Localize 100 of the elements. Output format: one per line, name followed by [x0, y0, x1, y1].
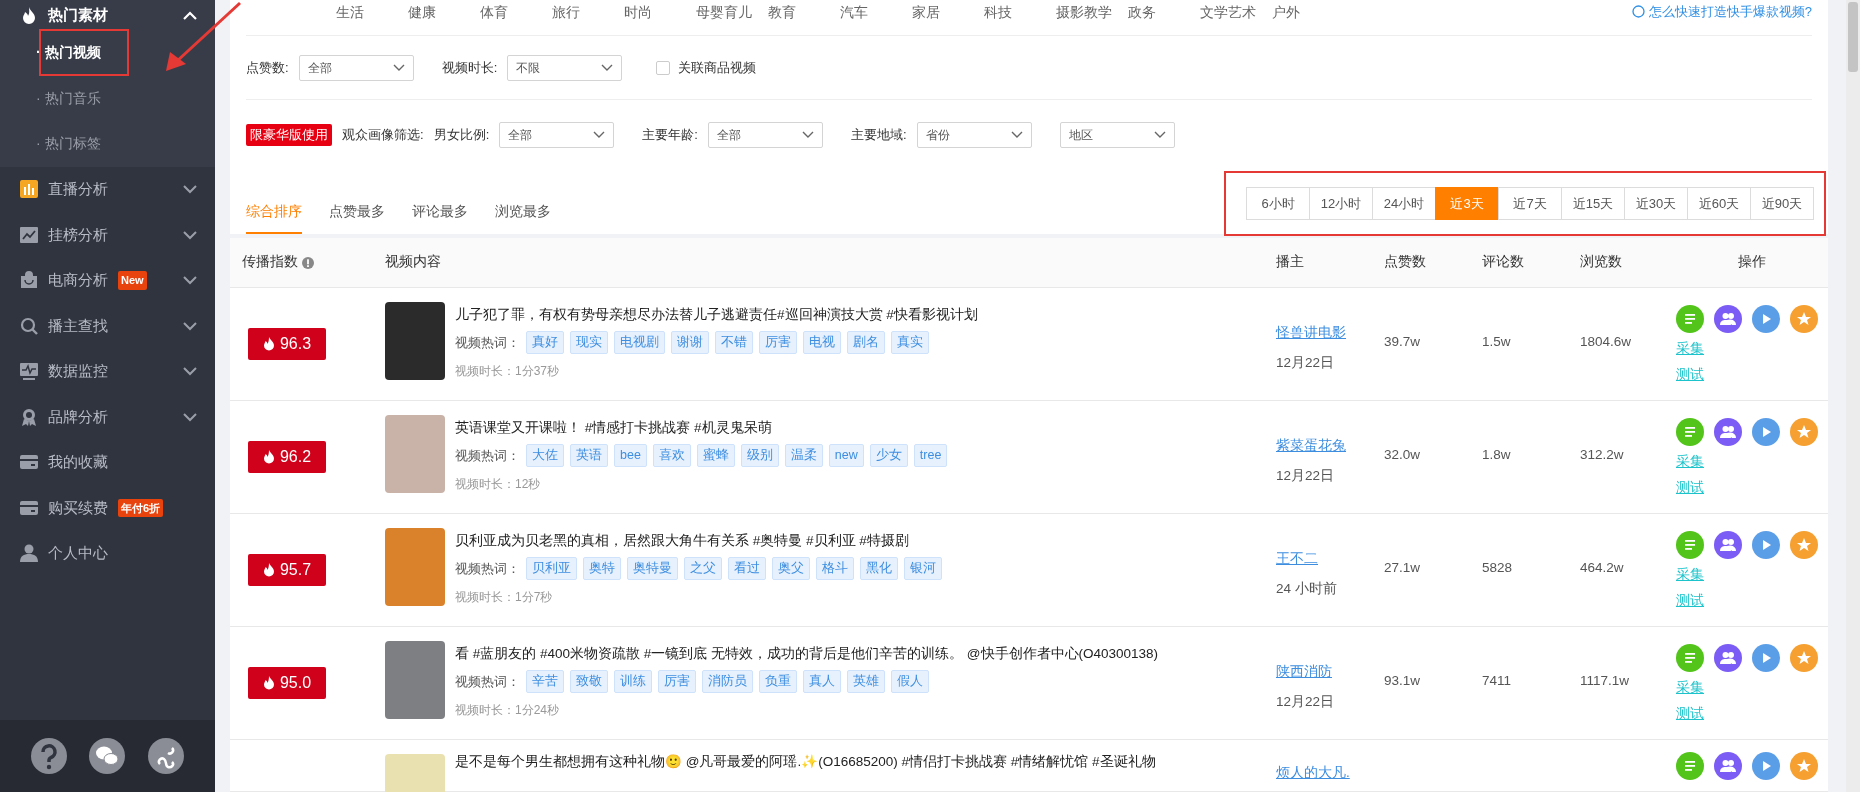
keyword-tag[interactable]: 负重 — [759, 670, 797, 693]
action-link[interactable]: 测试 — [1676, 591, 1828, 612]
time-range-button[interactable]: 近3天 — [1435, 186, 1499, 220]
dropdown[interactable]: 全部 — [499, 122, 615, 148]
list-icon[interactable] — [1676, 644, 1704, 672]
keyword-tag[interactable]: 厉害 — [759, 331, 797, 354]
category-link[interactable]: 时尚 — [624, 0, 696, 23]
action-link[interactable]: 采集 — [1676, 452, 1828, 473]
users-icon[interactable] — [1714, 644, 1742, 672]
sort-tab[interactable]: 浏览最多 — [495, 201, 551, 234]
play-icon[interactable] — [1752, 305, 1780, 333]
sidebar-item[interactable]: 挂榜分析 — [0, 212, 215, 258]
sidebar-item[interactable]: 我的收藏 — [0, 439, 215, 485]
keyword-tag[interactable]: 辛苦 — [526, 670, 564, 693]
sidebar-item[interactable]: 热门素材 — [0, 0, 215, 30]
author-link[interactable]: 王不二 — [1276, 549, 1318, 570]
sort-tab[interactable]: 点赞最多 — [329, 201, 385, 234]
keyword-tag[interactable]: 真实 — [891, 331, 929, 354]
sidebar-item[interactable]: 品牌分析 — [0, 394, 215, 440]
action-link[interactable]: 采集 — [1676, 565, 1828, 586]
action-link[interactable]: 测试 — [1676, 478, 1828, 499]
keyword-tag[interactable]: 温柔 — [784, 444, 823, 467]
list-icon[interactable] — [1676, 418, 1704, 446]
submenu-item[interactable]: · 热门标签 — [0, 121, 215, 167]
keyword-tag[interactable]: 训练 — [614, 670, 652, 693]
users-icon[interactable] — [1714, 531, 1742, 559]
keyword-tag[interactable]: 厉害 — [658, 670, 696, 693]
keyword-tag[interactable]: 少女 — [869, 444, 908, 467]
keyword-tag[interactable]: bee — [614, 444, 647, 467]
submenu-item[interactable]: · 热门音乐 — [0, 75, 215, 121]
list-icon[interactable] — [1676, 305, 1704, 333]
sort-tab[interactable]: 评论最多 — [412, 201, 468, 234]
time-range-button[interactable]: 近30天 — [1624, 186, 1688, 220]
keyword-tag[interactable]: 大佐 — [526, 444, 564, 467]
keyword-tag[interactable]: 黑化 — [860, 557, 898, 580]
keyword-tag[interactable]: 谢谢 — [671, 331, 709, 354]
video-title[interactable]: 英语课堂又开课啦！ #情感打卡挑战赛 #机灵鬼呆萌 — [455, 418, 948, 439]
video-title[interactable]: 看 #蓝朋友的 #400米物资疏散 #一镜到底 无特效，成功的背后是他们辛苦的训练。 @快手创作者中心(O40300138) — [455, 644, 1159, 665]
keyword-tag[interactable]: 喜欢 — [652, 444, 691, 467]
dropdown[interactable]: 全部 — [298, 54, 414, 81]
category-link[interactable]: 健康 — [408, 0, 480, 23]
keyword-tag[interactable]: 蜜蜂 — [696, 444, 735, 467]
sidebar-item[interactable]: 数据监控 — [0, 348, 215, 394]
keyword-tag[interactable]: 真好 — [526, 331, 564, 354]
keyword-tag[interactable]: 级别 — [740, 444, 779, 467]
keyword-tag[interactable]: 奥特 — [583, 557, 621, 580]
users-icon[interactable] — [1714, 752, 1742, 780]
time-range-button[interactable]: 12小时 — [1309, 186, 1373, 220]
keyword-tag[interactable]: 英语 — [570, 444, 608, 467]
author-link[interactable]: 陕西消防 — [1276, 662, 1332, 683]
category-link[interactable]: 摄影教学 — [1056, 0, 1128, 23]
category-link[interactable]: 生活 — [336, 0, 408, 23]
users-icon[interactable] — [1714, 418, 1742, 446]
author-link[interactable]: 紫菜蛋花兔 — [1276, 436, 1346, 457]
video-thumbnail[interactable] — [385, 641, 445, 719]
dropdown[interactable]: 省份 — [916, 122, 1032, 148]
keyword-tag[interactable]: 奥特曼 — [627, 557, 678, 580]
keyword-tag[interactable]: 剧名 — [847, 331, 885, 354]
category-link[interactable]: 旅行 — [552, 0, 624, 23]
play-icon[interactable] — [1752, 531, 1780, 559]
time-range-button[interactable]: 6小时 — [1246, 186, 1310, 220]
keyword-tag[interactable]: 英雄 — [847, 670, 885, 693]
checkbox[interactable]: 关联商品视频 — [656, 57, 757, 78]
video-title[interactable]: 儿子犯了罪，有权有势母亲想尽办法替儿子逃避责任#巡回神演技大赏 #快看影视计划 — [455, 305, 978, 326]
sidebar-item[interactable]: 播主查找 — [0, 303, 215, 349]
keyword-tag[interactable]: 消防员 — [702, 670, 753, 693]
sidebar-item[interactable]: 购买续费 年付6折 — [0, 485, 215, 531]
users-icon[interactable] — [1714, 305, 1742, 333]
video-title[interactable]: 是不是每个男生都想拥有这种礼物🙂 @凡哥最爱的阿瑶.✨(O16685200) #情侣打卡挑战赛 #情绪解忧馆 #圣诞礼物 — [455, 752, 1156, 773]
time-range-button[interactable]: 近15天 — [1561, 186, 1625, 220]
keyword-tag[interactable]: 不错 — [715, 331, 753, 354]
play-icon[interactable] — [1752, 752, 1780, 780]
help-icon[interactable] — [31, 738, 68, 774]
keyword-tag[interactable]: 贝利亚 — [526, 557, 577, 580]
dropdown[interactable]: 不限 — [507, 54, 623, 81]
category-link[interactable]: 母婴育儿 — [696, 0, 768, 23]
time-range-button[interactable]: 近90天 — [1750, 186, 1814, 220]
action-link[interactable]: 测试 — [1676, 365, 1828, 386]
keyword-tag[interactable]: 致敬 — [570, 670, 608, 693]
category-link[interactable]: 科技 — [984, 0, 1056, 23]
sidebar-item[interactable]: 电商分析 New — [0, 257, 215, 303]
category-link[interactable]: 政务 — [1128, 0, 1200, 23]
category-link[interactable]: 汽车 — [840, 0, 912, 23]
time-range-button[interactable]: 近7天 — [1498, 186, 1562, 220]
keyword-tag[interactable]: new — [828, 444, 864, 467]
keyword-tag[interactable]: 银河 — [904, 557, 942, 580]
keyword-tag[interactable]: 奥父 — [772, 557, 810, 580]
submenu-item[interactable]: · 热门视频 — [0, 30, 215, 76]
list-icon[interactable] — [1676, 752, 1704, 780]
help-link[interactable]: 怎么快速打造快手爆款视频? — [1631, 0, 1812, 22]
keyword-tag[interactable]: 电视 — [803, 331, 841, 354]
dropdown[interactable]: 地区 — [1059, 122, 1175, 148]
dropdown[interactable]: 全部 — [707, 122, 823, 148]
link-icon[interactable] — [147, 738, 184, 774]
category-link[interactable]: 家居 — [912, 0, 984, 23]
play-icon[interactable] — [1752, 418, 1780, 446]
action-link[interactable]: 采集 — [1676, 678, 1828, 699]
video-title[interactable]: 贝利亚成为贝老黑的真相，居然跟大角牛有关系 #奥特曼 #贝利亚 #特摄剧 — [455, 531, 942, 552]
sort-tab[interactable]: 综合排序 — [246, 201, 302, 234]
keyword-tag[interactable]: 电视剧 — [614, 331, 665, 354]
